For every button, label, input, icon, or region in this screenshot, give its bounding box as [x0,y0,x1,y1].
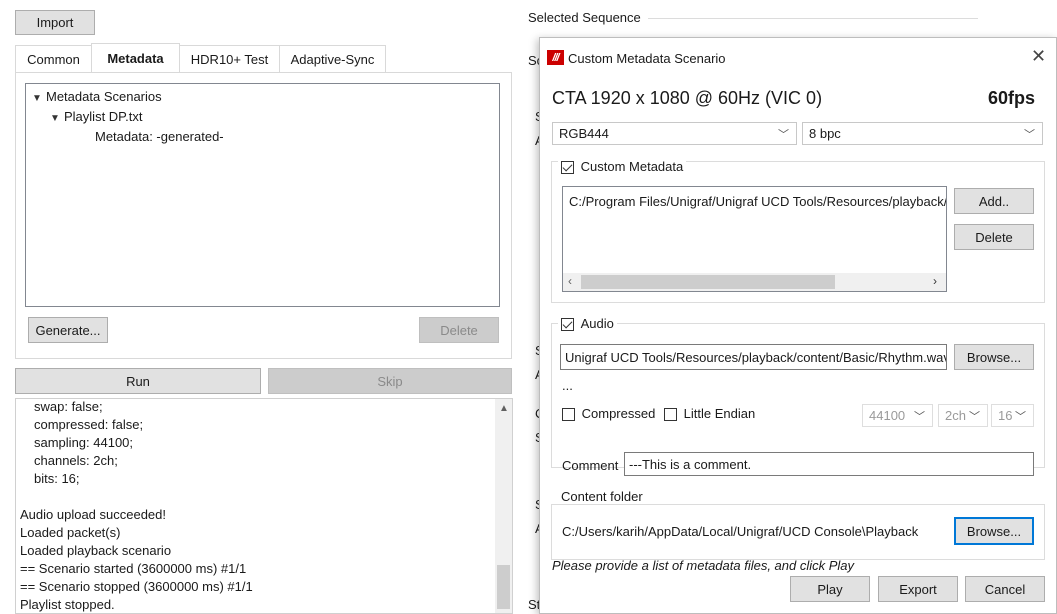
tab-hdr10-test[interactable]: HDR10+ Test [179,45,280,72]
scroll-thumb[interactable] [581,275,835,289]
tree-node-metadata-scenarios[interactable]: ▼ Metadata Scenarios [32,89,162,104]
audio-toggle[interactable]: Audio [558,316,617,332]
delete-metadata-button[interactable]: Delete [954,224,1034,250]
custom-metadata-checkbox[interactable] [561,161,574,175]
chevron-down-icon: ﹀ [914,411,925,423]
compressed-checkbox[interactable] [562,408,575,422]
log-scrollbar[interactable]: ▲ [495,399,512,613]
metadata-file-list[interactable]: C:/Program Files/Unigraf/Unigraf UCD Too… [562,186,947,292]
close-icon[interactable]: ✕ [1031,46,1046,67]
little-endian-option[interactable]: Little Endian [664,406,755,422]
chevron-down-icon[interactable]: ▼ [32,93,46,104]
dialog-titlebar[interactable]: /// Custom Metadata Scenario ✕ [540,38,1056,78]
selected-sequence-label: Selected Sequence [528,10,641,25]
custom-metadata-dialog: /// Custom Metadata Scenario ✕ CTA 1920 … [539,37,1057,614]
generate-button[interactable]: Generate... [28,317,108,343]
comment-label: Comment [562,458,619,473]
comment-field[interactable]: ---This is a comment. [624,452,1034,476]
tab-metadata[interactable]: Metadata [91,43,180,73]
hint-text: Please provide a list of metadata files,… [552,558,855,573]
scroll-thumb[interactable] [497,565,510,609]
delete-button: Delete [419,317,499,343]
tree-node-playlist[interactable]: ▼ Playlist DP.txt [50,109,143,124]
tab-common[interactable]: Common [15,45,92,72]
horizontal-scrollbar[interactable]: ‹ › [563,273,946,291]
cancel-button[interactable]: Cancel [965,576,1045,602]
chevron-down-icon: ﹀ [1015,411,1026,423]
selected-sequence-line [648,18,978,19]
color-format-select[interactable]: RGB444 ﹀ [552,122,797,145]
metadata-tree[interactable]: ▼ Metadata Scenarios ▼ Playlist DP.txt Met… [25,83,500,307]
bits-select: 16 ﹀ [991,404,1034,427]
bpc-select[interactable]: 8 bpc ﹀ [802,122,1043,145]
chevron-down-icon: ﹀ [969,411,980,423]
add-metadata-button[interactable]: Add.. [954,188,1034,214]
compressed-option[interactable]: Compressed [562,406,655,422]
fps-label: 60fps [988,88,1036,108]
scroll-up-icon[interactable]: ▲ [499,403,509,414]
chevron-down-icon: ﹀ [1024,129,1035,141]
tab-adaptive-sync[interactable]: Adaptive-Sync [279,45,386,72]
app-logo-icon: /// [547,50,564,65]
video-mode-label: CTA 1920 x 1080 @ 60Hz (VIC 0) [552,88,823,108]
chevron-down-icon: ﹀ [778,129,789,141]
custom-metadata-toggle[interactable]: Custom Metadata [558,159,687,175]
audio-browse-button[interactable]: Browse... [954,344,1034,370]
log-output[interactable]: swap: false; compressed: false; sampling… [15,398,513,614]
content-folder-label: Content folder [558,489,646,504]
tree-node-metadata-leaf[interactable]: Metadata: -generated- [95,129,224,144]
skip-button: Skip [268,368,512,394]
import-button[interactable]: Import [15,10,95,35]
run-button[interactable]: Run [15,368,261,394]
play-button[interactable]: Play [790,576,870,602]
little-endian-checkbox[interactable] [664,408,677,422]
audio-checkbox[interactable] [561,318,574,332]
metadata-file-item[interactable]: C:/Program Files/Unigraf/Unigraf UCD Too… [569,194,946,209]
content-folder-path: C:/Users/karih/AppData/Local/Unigraf/UCD… [562,524,919,539]
log-text: swap: false; compressed: false; sampling… [20,399,253,612]
export-button[interactable]: Export [878,576,958,602]
scroll-right-icon[interactable]: › [933,274,937,288]
dialog-title: Custom Metadata Scenario [568,51,726,66]
content-browse-button[interactable]: Browse... [954,517,1034,545]
chevron-down-icon[interactable]: ▼ [50,113,64,124]
channels-select: 2ch ﹀ [938,404,988,427]
audio-path-field[interactable]: Unigraf UCD Tools/Resources/playback/con… [560,344,947,370]
scroll-left-icon[interactable]: ‹ [568,274,572,288]
sample-rate-select: 44100 ﹀ [862,404,933,427]
audio-ellipsis: ... [562,378,573,393]
